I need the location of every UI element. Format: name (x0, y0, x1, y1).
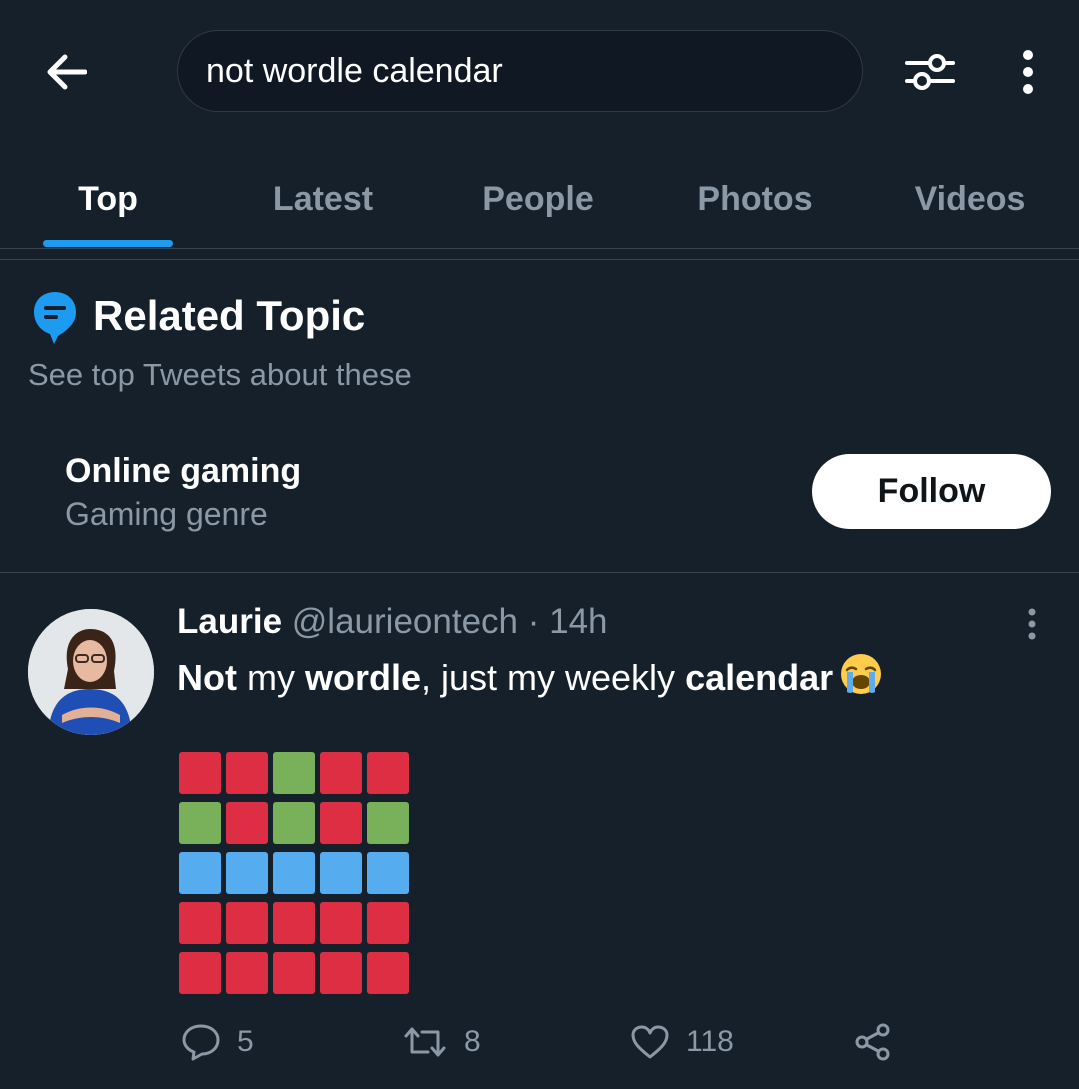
grid-cell (320, 752, 362, 794)
tab-top[interactable]: Top (30, 150, 186, 248)
reply-icon (182, 1024, 220, 1061)
grid-cell (367, 902, 409, 944)
search-input[interactable] (206, 31, 826, 111)
search-filter-button[interactable] (898, 44, 962, 100)
grid-cell (273, 752, 315, 794)
grid-cell (367, 852, 409, 894)
grid-cell (320, 952, 362, 994)
back-button[interactable] (40, 48, 92, 96)
grid-cell (273, 952, 315, 994)
more-options-button[interactable] (1006, 44, 1050, 100)
search-bar[interactable] (177, 30, 863, 112)
reply-count: 5 (237, 1025, 254, 1058)
share-icon (855, 1023, 890, 1061)
tweet-text-segment: , just my weekly (421, 657, 686, 698)
retweet-count: 8 (464, 1025, 481, 1058)
grid-cell (226, 952, 268, 994)
share-button[interactable] (853, 1018, 893, 1066)
tab-videos[interactable]: Videos (892, 150, 1048, 248)
tweet-text: Not my wordle, just my weekly calendar (177, 652, 883, 699)
grid-cell (367, 952, 409, 994)
reply-button[interactable]: 5 (181, 1018, 254, 1066)
related-topic-subtitle: See top Tweets about these (28, 357, 412, 392)
wordle-calendar-grid[interactable] (179, 752, 410, 994)
follow-topic-button[interactable]: Follow (812, 454, 1051, 529)
back-arrow-icon (47, 54, 87, 90)
tweet-header: Laurie @laurieontech · 14h (177, 602, 608, 642)
avatar[interactable] (28, 609, 154, 735)
grid-cell (179, 852, 221, 894)
grid-cell (226, 852, 268, 894)
grid-cell (367, 802, 409, 844)
grid-cell (320, 852, 362, 894)
grid-cell (273, 902, 315, 944)
avatar-photo (28, 609, 154, 735)
retweet-button[interactable]: 8 (402, 1018, 481, 1066)
grid-cell (320, 802, 362, 844)
tabs-divider (0, 248, 1079, 249)
section-divider (0, 259, 1079, 260)
related-topic-title: Related Topic (93, 292, 366, 339)
tweet-text-bold: wordle (304, 657, 421, 698)
tab-people[interactable]: People (460, 150, 616, 248)
topic-bubble-icon (34, 292, 76, 344)
like-icon (631, 1025, 669, 1059)
search-filter-icon (905, 54, 955, 90)
grid-cell (273, 852, 315, 894)
grid-cell (226, 902, 268, 944)
tweet-timestamp[interactable]: 14h (549, 602, 607, 641)
grid-cell (367, 752, 409, 794)
topic-name[interactable]: Online gaming (65, 452, 301, 491)
grid-cell (273, 802, 315, 844)
topic-divider (0, 572, 1079, 573)
tweet-more-button[interactable] (1014, 604, 1050, 644)
grid-cell (226, 752, 268, 794)
tweet-display-name[interactable]: Laurie (177, 602, 282, 641)
more-vertical-icon (1028, 608, 1036, 640)
tweet-handle[interactable]: @laurieontech (292, 602, 518, 641)
tweet-text-bold: Not (177, 657, 237, 698)
tab-latest[interactable]: Latest (245, 150, 401, 248)
tweet-text-bold: calendar (685, 657, 834, 698)
grid-cell (179, 802, 221, 844)
tab-photos[interactable]: Photos (677, 150, 833, 248)
tweet-meta-separator: · (527, 602, 540, 641)
grid-cell (179, 952, 221, 994)
loudly-crying-face-icon (841, 654, 882, 694)
grid-cell (226, 802, 268, 844)
like-count: 118 (686, 1025, 734, 1058)
grid-cell (320, 902, 362, 944)
grid-cell (179, 752, 221, 794)
retweet-icon (404, 1027, 446, 1057)
more-vertical-icon (1023, 50, 1033, 94)
like-button[interactable]: 118 (630, 1018, 734, 1066)
topic-category: Gaming genre (65, 496, 268, 532)
grid-cell (179, 902, 221, 944)
tweet-text-segment: my (236, 657, 305, 698)
active-tab-indicator (43, 240, 173, 247)
